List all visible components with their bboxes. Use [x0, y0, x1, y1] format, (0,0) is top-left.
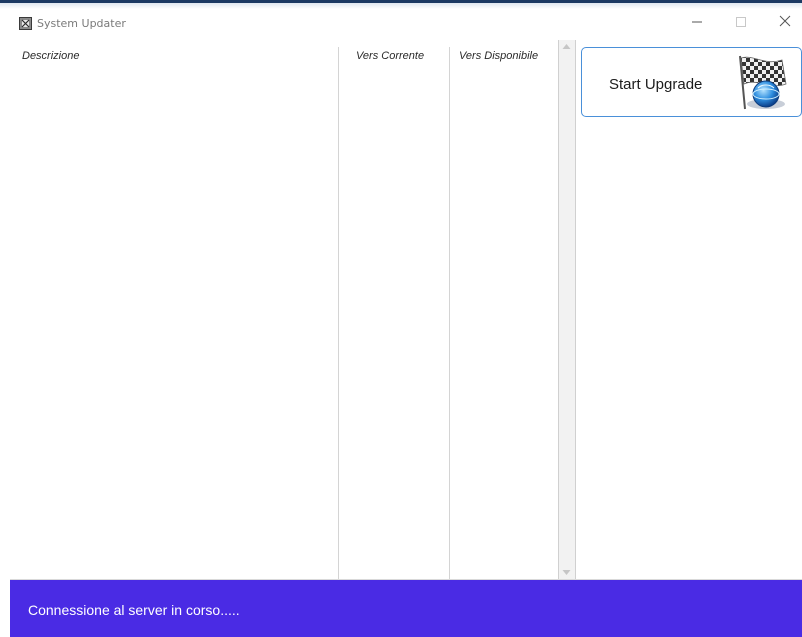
close-button[interactable] — [770, 14, 800, 38]
start-upgrade-button[interactable]: Start Upgrade — [581, 47, 802, 117]
update-list[interactable]: Descrizione Vers Corrente Vers Disponibi… — [10, 41, 562, 579]
status-message: Connessione al server in corso..... — [28, 602, 240, 618]
column-separator — [338, 47, 339, 579]
column-separator — [449, 47, 450, 579]
checkered-flag-globe-icon — [739, 55, 787, 110]
column-header-vers-corrente[interactable]: Vers Corrente — [356, 50, 424, 62]
scroll-down-arrow-icon[interactable] — [562, 569, 571, 576]
status-bar: Connessione al server in corso..... — [10, 579, 802, 637]
close-icon — [779, 15, 791, 27]
column-header-descrizione[interactable]: Descrizione — [22, 50, 79, 62]
window-title: System Updater — [37, 17, 126, 30]
vertical-scrollbar[interactable] — [558, 40, 576, 579]
minimize-icon — [692, 21, 702, 23]
maximize-icon — [736, 17, 746, 27]
minimize-button[interactable] — [682, 14, 712, 38]
scroll-up-arrow-icon[interactable] — [562, 43, 571, 50]
title-bar[interactable]: System Updater — [8, 9, 802, 41]
start-upgrade-label: Start Upgrade — [609, 76, 703, 93]
app-icon — [19, 17, 32, 30]
system-updater-window: System Updater Descrizione Vers Corrente… — [8, 9, 802, 637]
desktop-edge — [0, 0, 802, 9]
column-header-vers-disponibile[interactable]: Vers Disponibile — [459, 50, 538, 62]
maximize-button[interactable] — [726, 14, 756, 38]
